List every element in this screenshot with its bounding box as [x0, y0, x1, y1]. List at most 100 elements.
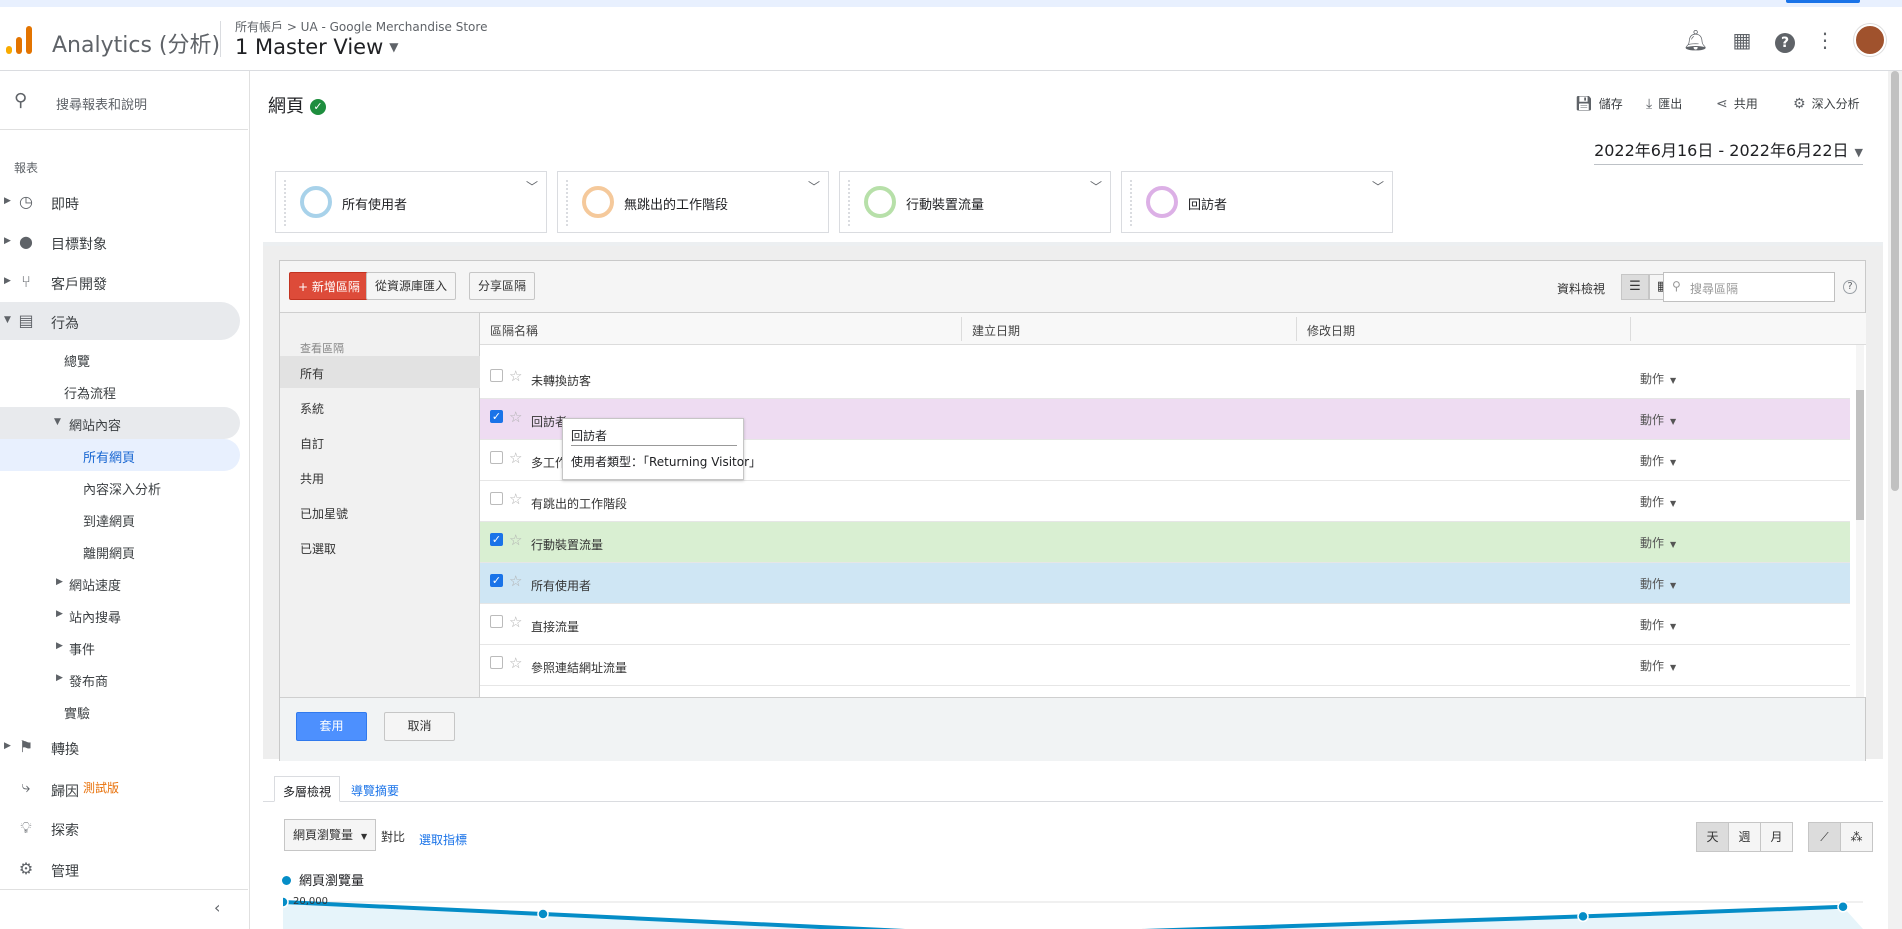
- segment-checkbox[interactable]: ✓: [490, 410, 503, 423]
- star-icon[interactable]: ☆: [509, 367, 522, 385]
- segment-checkbox[interactable]: [490, 492, 503, 505]
- sidebar-item-experiments[interactable]: 實驗: [0, 695, 240, 727]
- category-starred[interactable]: 已加星號: [280, 496, 480, 528]
- sidebar-search[interactable]: ⚲ 搜尋報表和說明: [0, 89, 248, 115]
- bell-icon[interactable]: 🔔︎: [1683, 28, 1708, 52]
- segment-checkbox[interactable]: ✓: [490, 574, 503, 587]
- sidebar-item-site-speed[interactable]: ▶ 網站速度: [0, 567, 240, 599]
- metric-select[interactable]: 網頁瀏覽量 ▼: [284, 819, 377, 851]
- insights-button[interactable]: ⚙ 深入分析: [1793, 95, 1860, 112]
- breadcrumb[interactable]: 所有帳戶 > UA - Google Merchandise Store: [235, 18, 487, 35]
- drag-handle-icon[interactable]: [1130, 180, 1133, 226]
- chart-point[interactable]: [537, 908, 549, 920]
- scrollbar-thumb[interactable]: [1856, 390, 1864, 520]
- segment-row[interactable]: ☆ 直接流量 動作 ▼: [480, 604, 1850, 645]
- category-all[interactable]: 所有: [280, 356, 480, 388]
- sidebar-item-events[interactable]: ▶ 事件: [0, 631, 240, 663]
- segment-card-non-bounce[interactable]: 無跳出的工作階段 ﹀: [557, 171, 829, 233]
- date-range-picker[interactable]: 2022年6月16日 - 2022年6月22日 ▼: [1594, 137, 1863, 165]
- segment-action-menu[interactable]: 動作 ▼: [1640, 616, 1676, 633]
- star-icon[interactable]: ☆: [509, 613, 522, 631]
- star-icon[interactable]: ☆: [509, 449, 522, 467]
- granularity-day-button[interactable]: 天: [1696, 822, 1729, 852]
- segment-action-menu[interactable]: 動作 ▼: [1640, 534, 1676, 551]
- segment-checkbox[interactable]: [490, 451, 503, 464]
- sidebar-item-attribution[interactable]: ⤷ 歸因 測試版: [0, 768, 240, 806]
- sidebar-item-overview[interactable]: 總覽: [0, 343, 240, 375]
- drag-handle-icon[interactable]: [284, 180, 287, 226]
- segment-action-menu[interactable]: 動作 ▼: [1640, 452, 1676, 469]
- import-gallery-button[interactable]: 從資源庫匯入: [366, 272, 457, 300]
- segment-row[interactable]: ✓ ☆ 所有使用者 動作 ▼: [480, 563, 1850, 604]
- star-icon[interactable]: ☆: [509, 490, 522, 508]
- segment-action-menu[interactable]: 動作 ▼: [1640, 493, 1676, 510]
- sidebar-item-admin[interactable]: ⚙ 管理: [0, 850, 240, 888]
- list-view-icon[interactable]: ☰: [1621, 274, 1649, 300]
- category-selected[interactable]: 已選取: [280, 531, 480, 563]
- segment-checkbox[interactable]: ✓: [490, 533, 503, 546]
- segment-card-all-users[interactable]: 所有使用者 ﹀: [275, 171, 547, 233]
- apps-grid-icon[interactable]: ▦: [1730, 28, 1754, 52]
- segment-row[interactable]: ☆ 有跳出的工作階段 動作 ▼: [480, 481, 1850, 522]
- sidebar-item-acquisition[interactable]: ▶ ⑂ 客戶開發: [0, 263, 240, 301]
- tab-navigation-summary[interactable]: 導覽摘要: [343, 776, 407, 802]
- sidebar-item-audience[interactable]: ▶ ● 目標對象: [0, 223, 240, 261]
- select-metric-link[interactable]: 選取指標: [419, 831, 467, 848]
- help-icon[interactable]: ?: [1843, 280, 1857, 294]
- sidebar-item-landing-pages[interactable]: 到達網頁: [0, 503, 240, 535]
- column-header-created[interactable]: 建立日期: [972, 322, 1020, 339]
- segment-row[interactable]: ☆ 未轉換訪客 動作 ▼: [480, 358, 1850, 399]
- new-segment-button[interactable]: + 新增區隔: [289, 272, 369, 300]
- chart-point[interactable]: [283, 896, 289, 908]
- chevron-down-icon[interactable]: ﹀: [808, 178, 820, 195]
- page-scrollbar-thumb[interactable]: [1891, 71, 1899, 491]
- analytics-logo-icon[interactable]: [6, 26, 32, 54]
- chevron-down-icon[interactable]: ﹀: [1090, 178, 1102, 195]
- collapse-sidebar-icon[interactable]: ‹: [214, 898, 220, 917]
- category-system[interactable]: 系統: [280, 391, 480, 423]
- help-icon[interactable]: ?: [1773, 28, 1797, 53]
- star-icon[interactable]: ☆: [509, 531, 522, 549]
- column-header-name[interactable]: 區隔名稱: [490, 322, 538, 339]
- sidebar-item-exit-pages[interactable]: 離開網頁: [0, 535, 240, 567]
- segment-row[interactable]: ☆ 參照連結網址流量 動作 ▼: [480, 645, 1850, 686]
- motion-chart-icon[interactable]: ⁂: [1840, 822, 1873, 852]
- star-icon[interactable]: ☆: [509, 572, 522, 590]
- drag-handle-icon[interactable]: [848, 180, 851, 226]
- segment-action-menu[interactable]: 動作 ▼: [1640, 575, 1676, 592]
- chevron-down-icon[interactable]: ﹀: [526, 178, 538, 195]
- segment-action-menu[interactable]: 動作 ▼: [1640, 411, 1676, 428]
- segment-checkbox[interactable]: [490, 615, 503, 628]
- sidebar-item-content-drilldown[interactable]: 內容深入分析: [0, 471, 240, 503]
- chart-point[interactable]: [1837, 901, 1849, 913]
- page-scrollbar[interactable]: [1888, 71, 1902, 929]
- chart-point[interactable]: [1577, 910, 1589, 923]
- sidebar-item-discover[interactable]: 💡︎ 探索: [0, 809, 240, 847]
- drag-handle-icon[interactable]: [566, 180, 569, 226]
- share-button[interactable]: ⋖ 共用: [1716, 95, 1758, 112]
- granularity-week-button[interactable]: 週: [1728, 822, 1761, 852]
- sidebar-item-site-search[interactable]: ▶ 站內搜尋: [0, 599, 240, 631]
- more-vert-icon[interactable]: ⋮: [1813, 28, 1837, 52]
- category-custom[interactable]: 自訂: [280, 426, 480, 458]
- sidebar-item-behavior[interactable]: ▼ ▤ 行為: [0, 302, 240, 340]
- sidebar-item-realtime[interactable]: ▶ ◷ 即時: [0, 183, 240, 221]
- table-scrollbar[interactable]: [1856, 345, 1864, 697]
- export-button[interactable]: ⤓ 匯出: [1646, 95, 1682, 112]
- segment-action-menu[interactable]: 動作 ▼: [1640, 370, 1676, 387]
- chevron-down-icon[interactable]: ﹀: [1372, 178, 1384, 195]
- segment-card-mobile-traffic[interactable]: 行動裝置流量 ﹀: [839, 171, 1111, 233]
- sidebar-item-conversions[interactable]: ▶ ⚑ 轉換: [0, 728, 240, 766]
- segment-action-menu[interactable]: 動作 ▼: [1640, 657, 1676, 674]
- sidebar-item-publisher[interactable]: ▶ 發布商: [0, 663, 240, 695]
- line-chart-icon[interactable]: ⟋: [1808, 822, 1841, 852]
- star-icon[interactable]: ☆: [509, 654, 522, 672]
- segment-search-input[interactable]: ⚲ 搜尋區隔: [1663, 272, 1835, 302]
- segment-checkbox[interactable]: [490, 656, 503, 669]
- segment-checkbox[interactable]: [490, 369, 503, 382]
- cancel-button[interactable]: 取消: [384, 712, 455, 741]
- apply-button[interactable]: 套用: [296, 712, 367, 741]
- account-avatar[interactable]: [1854, 24, 1886, 56]
- share-segments-button[interactable]: 分享區隔: [469, 272, 536, 300]
- sidebar-item-behavior-flow[interactable]: 行為流程: [0, 375, 240, 407]
